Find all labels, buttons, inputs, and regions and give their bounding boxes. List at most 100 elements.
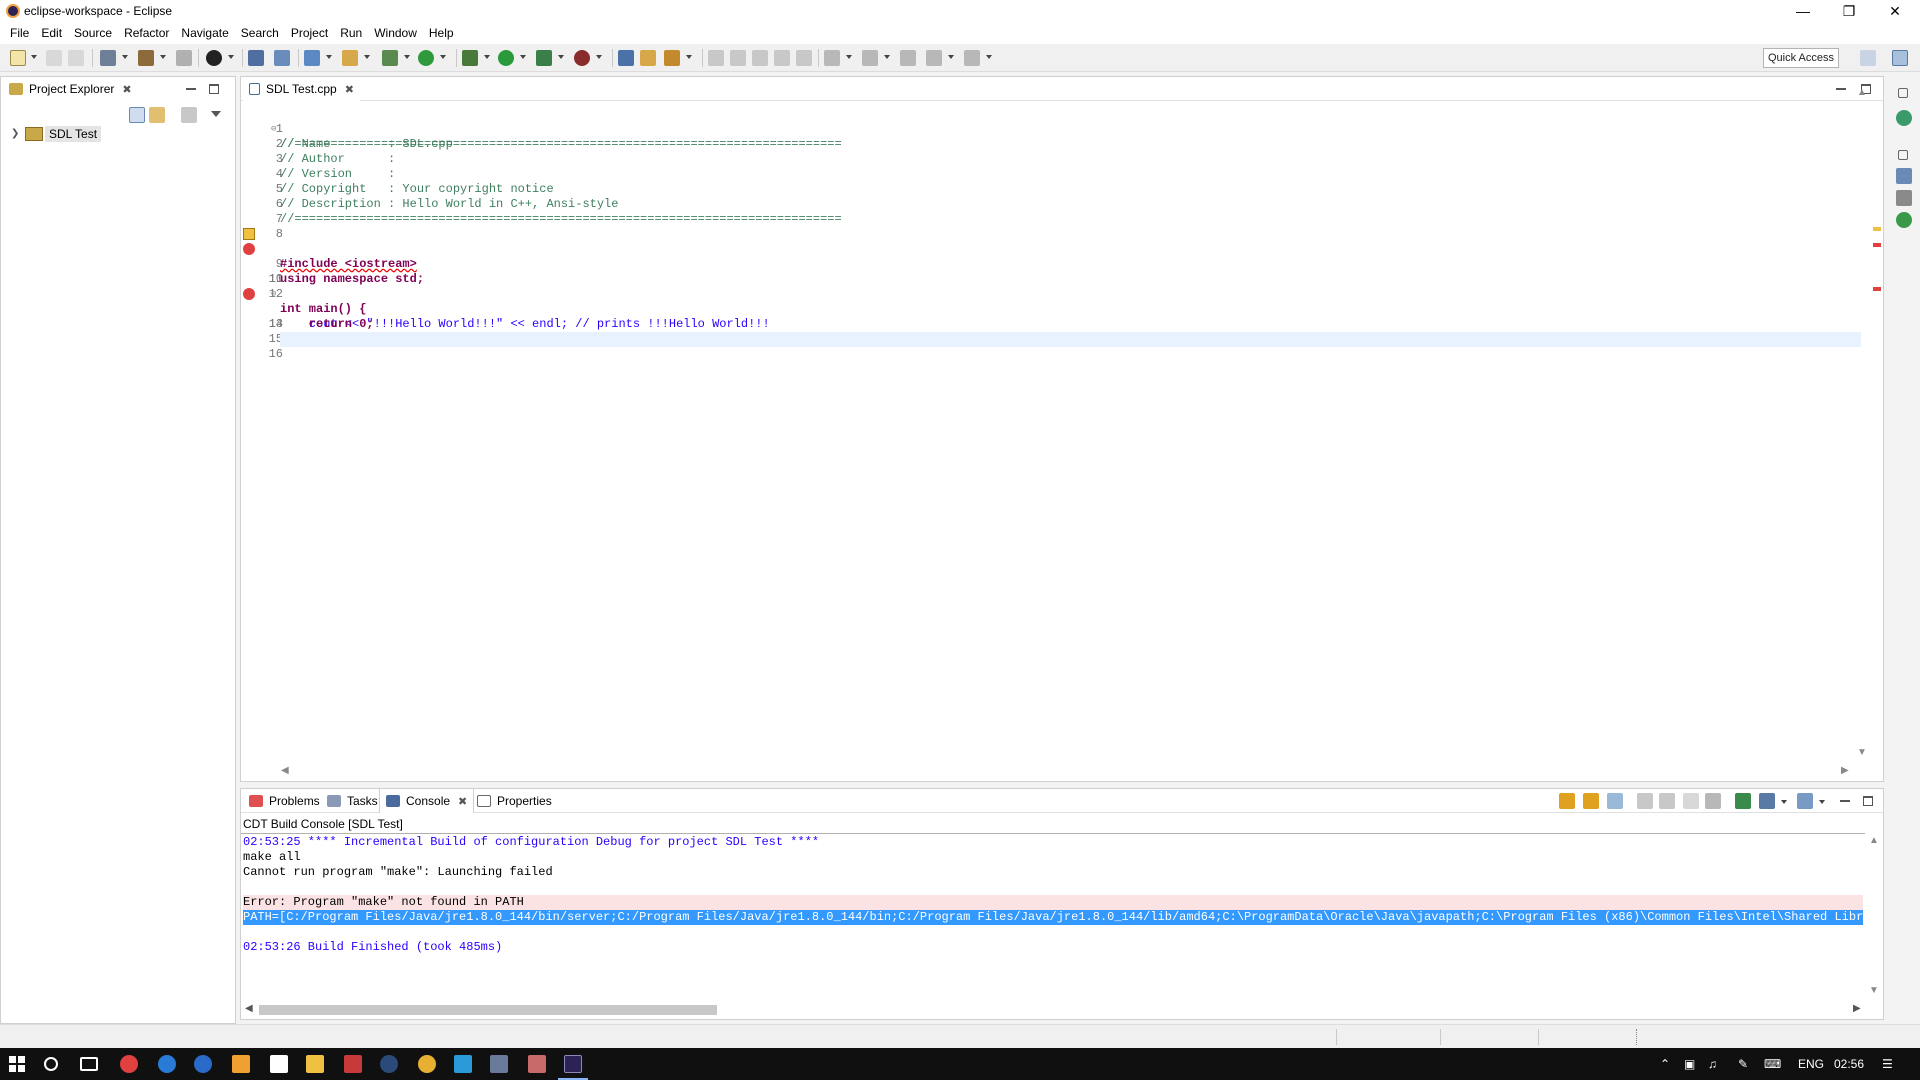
restore-window-button[interactable]: ❐ xyxy=(1826,0,1872,22)
console-selected-line[interactable]: PATH=[C:/Program Files/Java/jre1.8.0_144… xyxy=(243,910,1863,925)
menu-project[interactable]: Project xyxy=(285,26,334,40)
word-wrap-icon[interactable] xyxy=(1683,793,1699,809)
clock[interactable]: 02:56 xyxy=(1834,1057,1864,1071)
app-icon[interactable] xyxy=(344,1055,362,1073)
search-dropdown-icon[interactable] xyxy=(686,55,692,59)
build-dropdown-icon[interactable] xyxy=(160,55,166,59)
app-icon[interactable] xyxy=(490,1055,508,1073)
previous-error-icon[interactable] xyxy=(1583,793,1599,809)
coverage-dropdown-icon[interactable] xyxy=(558,55,564,59)
save-icon[interactable] xyxy=(46,50,62,66)
scroll-down-icon[interactable]: ▼ xyxy=(1857,747,1867,758)
open-type-icon[interactable] xyxy=(618,50,634,66)
build-hammer-icon[interactable] xyxy=(138,50,154,66)
refresh-icon[interactable] xyxy=(418,50,434,66)
new-file-dropdown-icon[interactable] xyxy=(404,55,410,59)
pin-console-icon[interactable] xyxy=(1659,793,1675,809)
build-all-icon[interactable] xyxy=(176,50,192,66)
scroll-left-icon[interactable]: ◀ xyxy=(281,765,289,776)
run-dropdown-icon[interactable] xyxy=(520,55,526,59)
close-window-button[interactable]: ✕ xyxy=(1872,0,1918,22)
next-annotation-dropdown-icon[interactable] xyxy=(846,55,852,59)
menu-refactor[interactable]: Refactor xyxy=(118,26,175,40)
tree-item-sdl-test[interactable]: ❯ SDL Test xyxy=(1,125,235,143)
skype-icon[interactable] xyxy=(454,1055,472,1073)
show-pilcrow-icon[interactable] xyxy=(796,50,812,66)
menu-help[interactable]: Help xyxy=(423,26,460,40)
open-console-dropdown-icon[interactable] xyxy=(1781,800,1787,804)
app-icon[interactable] xyxy=(158,1055,176,1073)
menu-edit[interactable]: Edit xyxy=(35,26,68,40)
new-folder-icon[interactable] xyxy=(342,50,358,66)
eclipse-taskbar-icon[interactable] xyxy=(564,1055,582,1073)
new-c-class-icon[interactable] xyxy=(206,50,222,66)
horizontal-scrollbar-thumb[interactable] xyxy=(259,1005,717,1015)
open-console-icon[interactable] xyxy=(1759,793,1775,809)
tab-properties[interactable]: Properties xyxy=(471,789,558,813)
filter-icon[interactable] xyxy=(181,107,197,123)
task-view-icon[interactable] xyxy=(80,1057,98,1071)
illustrator-icon[interactable] xyxy=(232,1055,250,1073)
keyboard-icon[interactable]: ⌨ xyxy=(1764,1057,1781,1071)
previous-annotation-icon[interactable] xyxy=(862,50,878,66)
overview-warning-mark[interactable] xyxy=(1873,227,1881,231)
menu-run[interactable]: Run xyxy=(334,26,368,40)
coverage-icon[interactable] xyxy=(536,50,552,66)
next-error-icon[interactable] xyxy=(1559,793,1575,809)
restore-icon[interactable] xyxy=(1898,150,1908,160)
previous-annotation-dropdown-icon[interactable] xyxy=(884,55,890,59)
volume-icon[interactable]: ♫ xyxy=(1708,1057,1717,1071)
new-console-dropdown-icon[interactable] xyxy=(1819,800,1825,804)
error-marker-icon[interactable] xyxy=(243,288,255,300)
app-icon[interactable] xyxy=(120,1055,138,1073)
display-console-icon[interactable] xyxy=(1735,793,1751,809)
scroll-left-icon[interactable]: ◀ xyxy=(245,1003,253,1014)
overview-error-mark[interactable] xyxy=(1873,287,1881,291)
tab-console[interactable]: Console ✖ xyxy=(379,789,475,813)
open-element-icon[interactable] xyxy=(640,50,656,66)
menu-navigate[interactable]: Navigate xyxy=(175,26,234,40)
file-explorer-icon[interactable] xyxy=(306,1055,324,1073)
new-project-icon[interactable] xyxy=(304,50,320,66)
mail-icon[interactable] xyxy=(270,1055,288,1073)
search-icon[interactable] xyxy=(664,50,680,66)
clear-console-icon[interactable] xyxy=(1637,793,1653,809)
chrome-icon[interactable] xyxy=(418,1055,436,1073)
debug-icon[interactable] xyxy=(462,50,478,66)
refresh-dropdown-icon[interactable] xyxy=(440,55,446,59)
scroll-lock-icon[interactable] xyxy=(1607,793,1623,809)
tab-sdl-test-cpp[interactable]: SDL Test.cpp ✖ xyxy=(243,77,360,101)
network-icon[interactable]: ▣ xyxy=(1684,1057,1695,1071)
minimize-window-button[interactable]: — xyxy=(1780,0,1826,22)
external-tools-dropdown-icon[interactable] xyxy=(596,55,602,59)
notifications-icon[interactable]: ☰ xyxy=(1882,1057,1893,1071)
steam-icon[interactable] xyxy=(380,1055,398,1073)
link-with-editor-icon[interactable] xyxy=(149,107,165,123)
scroll-down-icon[interactable]: ▼ xyxy=(1869,985,1879,996)
close-icon[interactable]: ✖ xyxy=(458,795,467,808)
maximize-console-icon[interactable] xyxy=(1863,796,1873,806)
outline-globe-icon[interactable] xyxy=(1896,110,1912,126)
debug-dropdown-icon[interactable] xyxy=(484,55,490,59)
new-folder-dropdown-icon[interactable] xyxy=(364,55,370,59)
scroll-up-icon[interactable]: ▲ xyxy=(1857,87,1867,98)
forward-dropdown-icon[interactable] xyxy=(986,55,992,59)
collapse-all-icon[interactable] xyxy=(129,107,145,123)
toggle-word-wrap-icon[interactable] xyxy=(730,50,746,66)
new-file-icon[interactable] xyxy=(382,50,398,66)
skip-breakpoints-icon[interactable] xyxy=(274,50,290,66)
new-c-dropdown-icon[interactable] xyxy=(228,55,234,59)
windows-start-icon[interactable] xyxy=(8,1055,26,1073)
code-editor[interactable]: 1 ⊖ //===================================… xyxy=(241,101,1861,761)
run-icon[interactable] xyxy=(498,50,514,66)
close-icon[interactable]: ✖ xyxy=(122,83,131,96)
scroll-right-icon[interactable]: ▶ xyxy=(1841,765,1849,776)
menu-window[interactable]: Window xyxy=(368,26,423,40)
external-tools-icon[interactable] xyxy=(574,50,590,66)
overview-error-mark[interactable] xyxy=(1873,243,1881,247)
minimize-console-icon[interactable] xyxy=(1839,795,1851,807)
maximize-view-icon[interactable] xyxy=(209,84,219,94)
new-dropdown-arrow-icon[interactable] xyxy=(31,55,37,59)
back-dropdown-icon[interactable] xyxy=(948,55,954,59)
new-project-dropdown-icon[interactable] xyxy=(326,55,332,59)
